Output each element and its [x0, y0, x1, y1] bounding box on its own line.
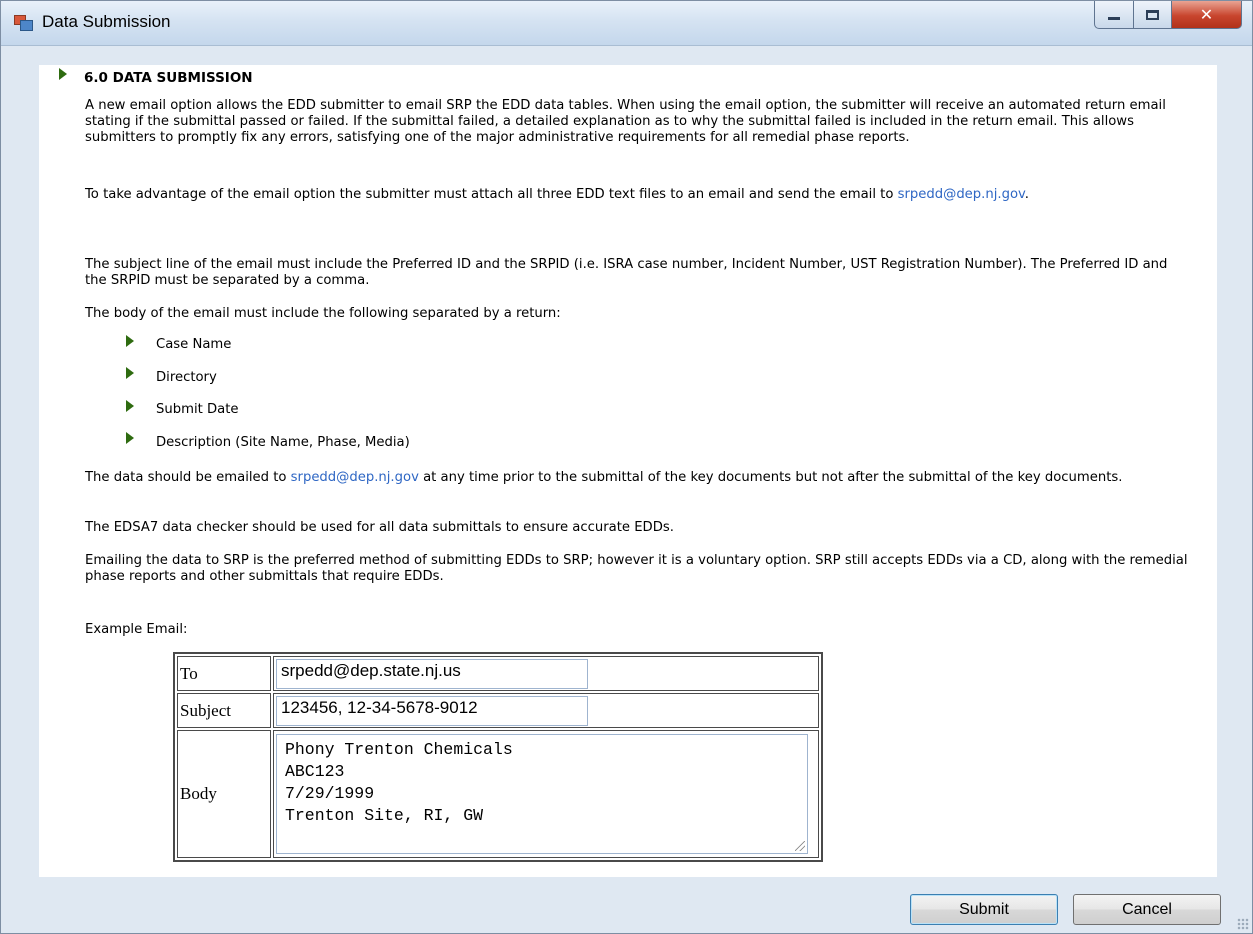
email-link-2[interactable]: srpedd@dep.nj.gov — [291, 470, 419, 485]
paragraph-deadline-end: at any time prior to the submittal of th… — [418, 470, 1123, 485]
document-panel[interactable]: 6.0 DATA SUBMISSION A new email option a… — [39, 65, 1217, 877]
subject-field[interactable]: 123456, 12-34-5678-9012 — [276, 695, 588, 726]
paragraph-attach-end: . — [1024, 187, 1029, 202]
minimize-icon — [1108, 17, 1120, 20]
paragraph-deadline-text: The data should be emailed to — [85, 470, 291, 485]
bullet-icon — [126, 367, 134, 379]
to-field[interactable]: srpedd@dep.state.nj.us — [276, 658, 588, 689]
submit-button[interactable]: Submit — [910, 894, 1058, 925]
body-cell: Phony Trenton Chemicals ABC123 7/29/1999… — [273, 730, 819, 858]
body-text: Phony Trenton Chemicals ABC123 7/29/1999… — [285, 740, 513, 825]
email-link[interactable]: srpedd@dep.nj.gov — [898, 187, 1025, 202]
title-bar[interactable]: Data Submission ✕ — [1, 1, 1252, 46]
window-title: Data Submission — [42, 12, 171, 31]
section-heading: 6.0 DATA SUBMISSION — [84, 70, 253, 86]
close-icon: ✕ — [1199, 5, 1214, 24]
heading-bullet-icon — [59, 68, 67, 80]
example-email-label: Example Email: — [85, 622, 188, 637]
to-cell: srpedd@dep.state.nj.us — [273, 656, 819, 691]
cancel-button[interactable]: Cancel — [1073, 894, 1221, 925]
body-textarea[interactable]: Phony Trenton Chemicals ABC123 7/29/1999… — [276, 734, 808, 854]
app-window-icon[interactable] — [14, 15, 33, 31]
subject-cell: 123456, 12-34-5678-9012 — [273, 693, 819, 728]
paragraph-body-intro: The body of the email must include the f… — [85, 306, 561, 321]
paragraph-checker: The EDSA7 data checker should be used fo… — [85, 520, 674, 535]
close-button[interactable]: ✕ — [1172, 1, 1242, 29]
bullet-icon — [126, 400, 134, 412]
maximize-icon — [1146, 9, 1159, 20]
example-email-table: To srpedd@dep.state.nj.us Subject 123456… — [173, 652, 823, 862]
bullet-icon — [126, 432, 134, 444]
window-controls: ✕ — [1094, 1, 1242, 31]
paragraph-attach: To take advantage of the email option th… — [85, 187, 1190, 203]
to-label: To — [177, 656, 271, 691]
resize-grip-icon[interactable] — [795, 841, 805, 851]
list-item: Description (Site Name, Phase, Media) — [156, 435, 410, 450]
subject-label: Subject — [177, 693, 271, 728]
paragraph-attach-text: To take advantage of the email option th… — [85, 187, 898, 202]
body-label: Body — [177, 730, 271, 858]
paragraph-deadline: The data should be emailed to srpedd@dep… — [85, 470, 1190, 486]
paragraph-intro: A new email option allows the EDD submit… — [85, 98, 1166, 145]
paragraph-voluntary: Emailing the data to SRP is the preferre… — [85, 553, 1188, 584]
bullet-icon — [126, 335, 134, 347]
maximize-button[interactable] — [1134, 1, 1172, 29]
list-item: Submit Date — [156, 402, 239, 417]
list-item: Directory — [156, 370, 217, 385]
minimize-button[interactable] — [1094, 1, 1134, 29]
paragraph-subject: The subject line of the email must inclu… — [85, 257, 1168, 288]
window-size-grip-icon[interactable] — [1237, 918, 1249, 930]
data-submission-window: Data Submission ✕ 6.0 DATA SUBMISSION A … — [0, 0, 1253, 934]
list-item: Case Name — [156, 337, 232, 352]
